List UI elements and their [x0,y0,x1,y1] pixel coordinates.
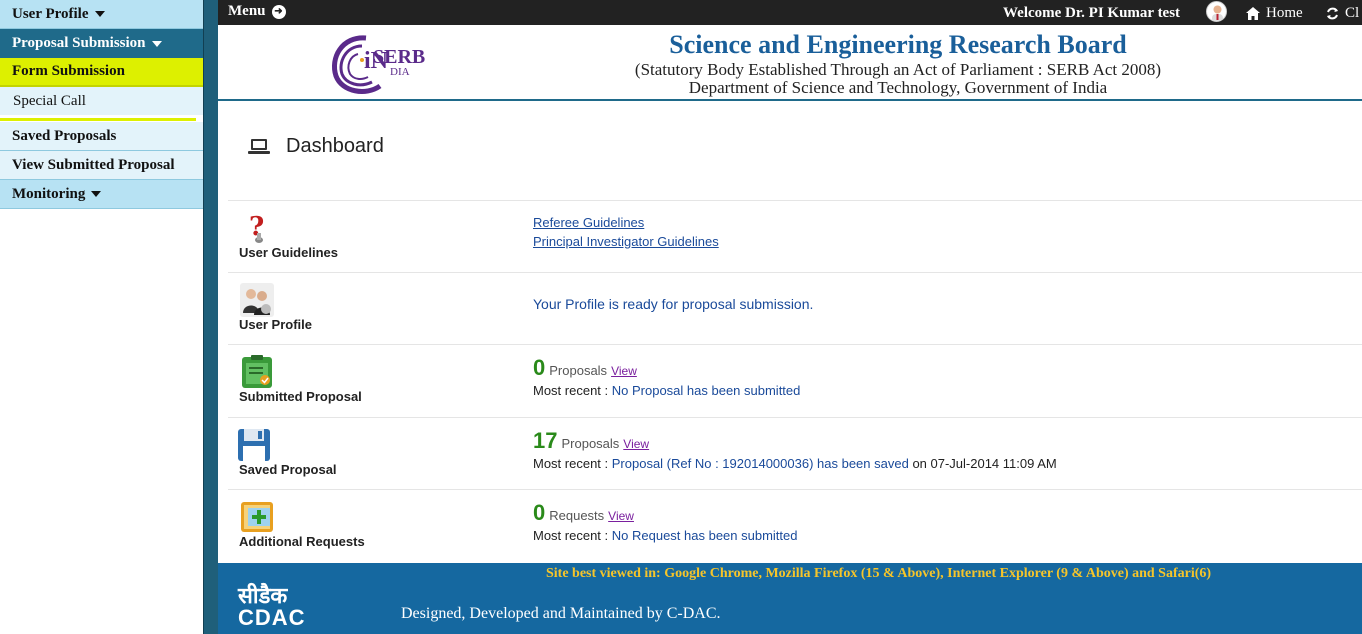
sidebar-item-label: View Submitted Proposal [12,156,175,173]
saved-unit: Proposals [561,436,620,451]
welcome-text: Welcome Dr. PI Kumar test [1003,5,1181,21]
sidebar-item-label: User Profile [12,5,89,22]
sidebar-item-label: Proposal Submission [12,35,146,51]
menu-label: Menu [228,3,266,19]
site-dept: Department of Science and Technology, Go… [688,78,1108,97]
cdac-logo: सीडैक CDAC [238,585,306,629]
requests-count: 0 [533,500,546,525]
submitted-recent-text: No Proposal has been submitted [611,383,801,398]
guidelines-label: User Guidelines [239,245,338,260]
saved-recent-label: Most recent : [533,456,609,471]
home-link[interactable]: Home [1246,5,1303,22]
help-question-icon: ? [249,212,264,243]
best-viewed-text: Site best viewed in: Google Chrome, Mozi… [546,566,1212,581]
logo-dia-text: DIA [390,66,410,78]
submitted-unit: Proposals [549,363,608,378]
caret-down-icon [94,11,105,17]
saved-view-link[interactable]: View [623,437,649,451]
site-header: iN SERB DIA Science and Engineering Rese… [218,25,1362,101]
sidebar-strip [203,0,218,634]
sidebar-item-saved-proposals[interactable]: Saved Proposals [0,122,203,151]
site-title: Science and Engineering Research Board [669,30,1127,59]
site-subtitle: (Statutory Body Established Through an A… [634,60,1162,79]
menu-button[interactable]: Menu ➜ [228,3,286,20]
site-footer: Site best viewed in: Google Chrome, Mozi… [218,563,1362,634]
saved-recent-date: on 07-Jul-2014 11:09 AM [912,456,1057,471]
home-icon [1246,7,1260,20]
submitted-view-link[interactable]: View [611,364,637,378]
sidebar-item-label: Monitoring [12,185,86,202]
submitted-label: Submitted Proposal [239,389,362,404]
submitted-row: Submitted Proposal 0 Proposals View Most… [228,344,1362,417]
cdac-hindi-text: सीडैक [238,583,288,608]
sidebar: User Profile Proposal Submission Form Su… [0,0,218,634]
sidebar-divider [0,118,196,121]
pi-guidelines-link[interactable]: Principal Investigator Guidelines [533,234,719,249]
cdac-en-text: CDAC [238,605,306,630]
requests-label: Additional Requests [239,534,365,549]
saved-label: Saved Proposal [239,462,337,477]
home-label: Home [1266,5,1303,21]
arrow-right-icon: ➜ [271,4,286,19]
sidebar-item-user-profile[interactable]: User Profile [0,0,203,29]
user-avatar-icon [1212,5,1223,21]
sidebar-item-proposal-submission[interactable]: Proposal Submission [0,29,203,58]
sidebar-item-label: Saved Proposals [12,127,117,144]
sidebar-item-view-submitted-proposal[interactable]: View Submitted Proposal [0,151,203,180]
requests-recent-text: No Request has been submitted [611,528,798,543]
saved-row: Saved Proposal 17 Proposals View Most re… [228,417,1362,489]
serb-logo[interactable]: iN SERB DIA [328,30,453,96]
submitted-recent-label: Most recent : [533,383,609,398]
sidebar-item-label: Special Call [13,92,86,109]
page-title-text: Dashboard [286,135,384,157]
requests-view-link[interactable]: View [608,509,634,523]
profile-label: User Profile [239,317,312,332]
requests-unit: Requests [549,508,605,523]
sidebar-item-special-call[interactable]: Special Call [0,87,203,115]
laptop-icon [248,138,270,155]
profile-message-text: Your Profile is ready for proposal submi… [533,296,814,312]
submitted-count: 0 [533,355,546,380]
saved-recent-text: Proposal (Ref No : 192014000036) has bee… [611,456,909,471]
designed-by-text: Designed, Developed and Maintained by C-… [401,605,721,622]
refresh-link[interactable]: Cl [1326,5,1359,22]
floppy-save-icon [238,429,270,461]
svg-text:?: ? [249,212,264,242]
refresh-label: Cl [1345,5,1360,21]
guidelines-row: ? User Guidelines Referee Guidelines Pri… [228,200,1362,272]
profile-message: Your Profile is ready for proposal submi… [533,296,813,312]
top-bar: Menu ➜ Welcome Dr. PI Kumar test Home Cl [218,0,1362,25]
sidebar-item-label: Form Submission [12,63,125,79]
requests-recent-label: Most recent : [533,528,609,543]
users-icon [240,283,274,317]
requests-row: Additional Requests 0 Requests View Most… [228,489,1362,563]
avatar[interactable] [1206,1,1227,22]
profile-row: User Profile Your Profile is ready for p… [228,272,1362,344]
clipboard-check-icon [242,355,272,388]
caret-down-icon [91,191,102,197]
saved-count: 17 [533,428,558,453]
add-request-icon [241,502,273,532]
sidebar-item-monitoring[interactable]: Monitoring [0,180,203,209]
referee-guidelines-link[interactable]: Referee Guidelines [533,215,644,230]
page-title: Dashboard [248,135,384,158]
refresh-icon [1327,7,1338,20]
caret-down-icon [151,40,162,47]
sidebar-item-form-submission[interactable]: Form Submission [0,58,203,87]
